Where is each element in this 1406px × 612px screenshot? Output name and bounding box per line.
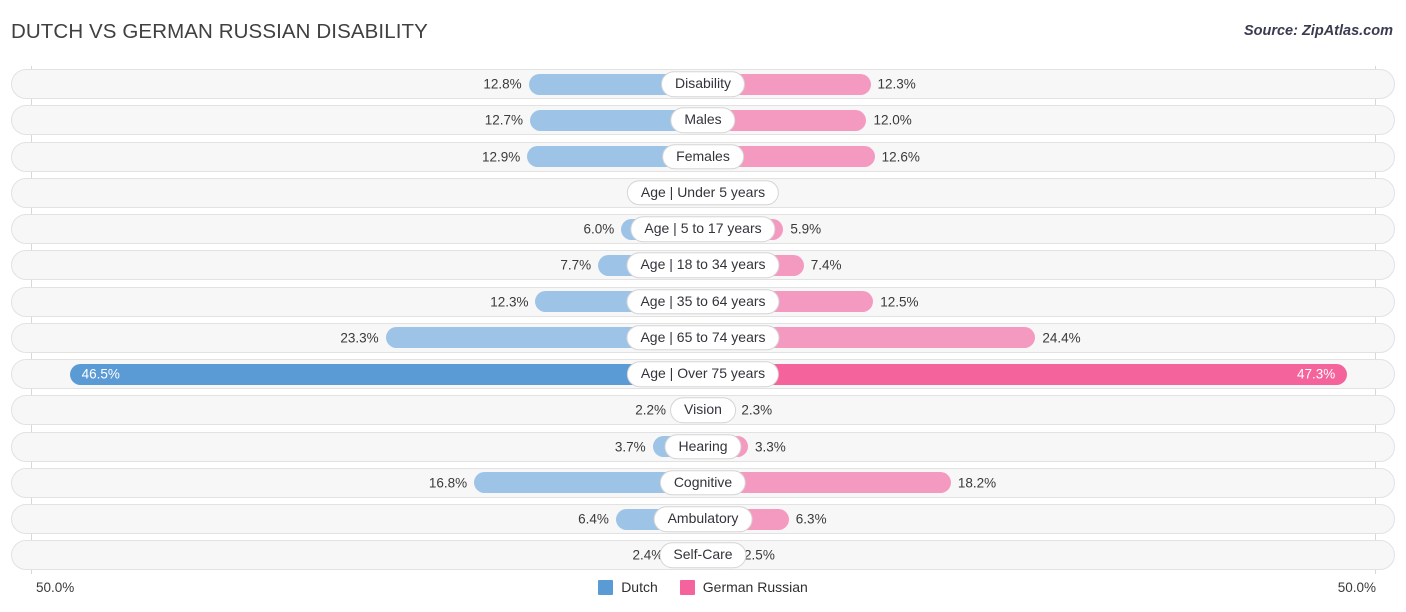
category-label: Age | Under 5 years <box>626 179 780 206</box>
value-label-dutch: 3.7% <box>614 438 646 454</box>
legend-swatch-german-russian <box>679 579 695 595</box>
value-label-dutch: 2.2% <box>635 402 667 418</box>
category-label: Age | 18 to 34 years <box>626 252 780 279</box>
chart-root: DUTCH VS GERMAN RUSSIAN DISABILITY Sourc… <box>0 0 1406 612</box>
value-label-german-russian: 24.4% <box>1042 330 1081 345</box>
table-row[interactable]: 7.7% 7.4% Age | 18 to 34 years <box>11 250 1395 281</box>
table-row[interactable]: 12.7% 12.0% Males <box>11 105 1395 136</box>
value-label-german-russian: 47.3% <box>1296 366 1336 382</box>
value-label-dutch: 16.8% <box>428 475 468 490</box>
value-label-german-russian: 12.5% <box>880 293 919 309</box>
page-title: DUTCH VS GERMAN RUSSIAN DISABILITY <box>11 20 428 43</box>
legend: Dutch German Russian <box>0 579 1406 595</box>
table-row[interactable]: 6.4% 6.3% Ambulatory <box>11 504 1395 534</box>
legend-label-dutch: Dutch <box>621 579 658 595</box>
value-label-dutch: 12.8% <box>483 76 522 92</box>
legend-swatch-dutch <box>598 579 614 595</box>
table-row[interactable]: 12.8% 12.3% Disability <box>11 69 1395 99</box>
value-label-german-russian: 2.5% <box>744 547 775 563</box>
table-row[interactable]: 46.5% 47.3% Age | Over 75 years <box>11 359 1395 389</box>
plot-area: 12.8% 12.3% Disability 12.7% 12.0% Males 12.9%… <box>0 66 1406 574</box>
value-label-german-russian: 12.0% <box>873 112 912 128</box>
table-row[interactable]: 12.3% 12.5% Age | 35 to 64 years <box>11 286 1395 317</box>
table-row[interactable]: 3.7% 3.3% Hearing <box>11 431 1395 462</box>
value-label-dutch: 6.0% <box>583 221 615 237</box>
bar-german-russian[interactable] <box>703 363 1348 385</box>
category-label: Age | Over 75 years <box>626 361 780 387</box>
value-label-german-russian: 7.4% <box>810 257 842 273</box>
table-row[interactable]: 23.3% 24.4% Age | 65 to 74 years <box>11 322 1395 353</box>
legend-item-dutch[interactable]: Dutch <box>598 579 658 595</box>
value-label-dutch: 23.3% <box>340 330 379 345</box>
table-row[interactable]: 2.4% 2.5% Self-Care <box>11 540 1395 571</box>
value-label-german-russian: 12.6% <box>881 148 920 164</box>
bar-dutch[interactable] <box>69 363 703 385</box>
table-row[interactable]: 12.9% 12.6% Females <box>11 141 1395 172</box>
category-label: Cognitive <box>659 469 747 496</box>
category-label: Age | 35 to 64 years <box>626 288 780 315</box>
category-label: Females <box>662 143 744 170</box>
legend-item-german-russian[interactable]: German Russian <box>679 579 808 595</box>
value-label-german-russian: 2.3% <box>741 402 773 418</box>
category-label: Age | 65 to 74 years <box>626 324 780 351</box>
value-label-dutch: 12.3% <box>490 293 529 309</box>
value-label-german-russian: 6.3% <box>795 511 827 527</box>
value-label-german-russian: 12.3% <box>877 76 916 92</box>
category-label: Ambulatory <box>653 506 753 532</box>
legend-label-german-russian: German Russian <box>702 579 808 595</box>
table-row[interactable]: 2.2% 2.3% Vision <box>11 395 1395 426</box>
table-row[interactable]: 6.0% 5.9% Age | 5 to 17 years <box>11 214 1395 244</box>
value-label-dutch: 12.9% <box>482 148 521 164</box>
value-label-dutch: 12.7% <box>484 112 524 128</box>
category-label: Age | 5 to 17 years <box>630 216 776 242</box>
value-label-german-russian: 3.3% <box>754 438 786 454</box>
table-row[interactable]: 16.8% 18.2% Cognitive <box>11 467 1395 498</box>
category-label: Vision <box>670 397 736 424</box>
source-attribution: Source: ZipAtlas.com <box>1243 23 1393 39</box>
category-label: Disability <box>660 71 746 97</box>
value-label-dutch: 7.7% <box>560 257 592 273</box>
value-label-german-russian: 5.9% <box>790 221 822 237</box>
value-label-dutch: 46.5% <box>81 366 120 382</box>
value-label-german-russian: 18.2% <box>957 475 997 490</box>
value-label-dutch: 6.4% <box>578 511 609 527</box>
category-label: Males <box>670 107 736 134</box>
category-label: Self-Care <box>659 542 747 569</box>
table-row[interactable]: 1.7%1.6%Age | Under 5 years <box>11 177 1395 208</box>
category-label: Hearing <box>664 433 742 460</box>
